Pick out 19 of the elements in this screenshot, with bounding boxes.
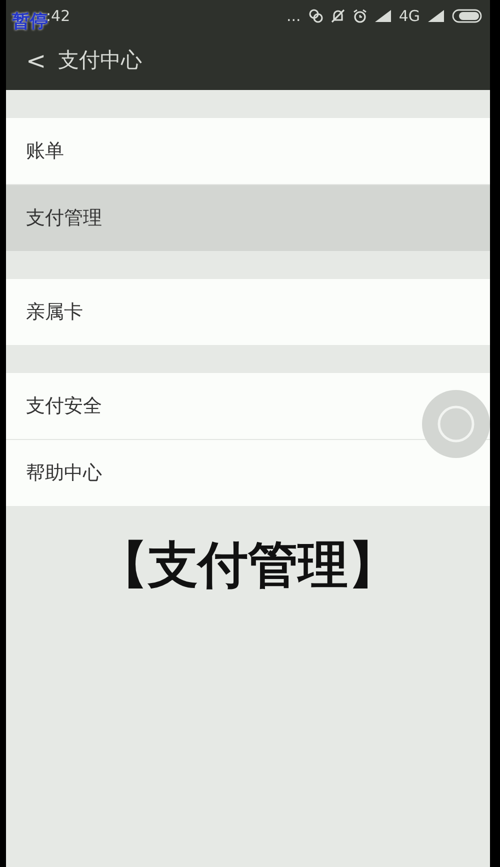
menu-item[interactable]: 帮助中心 bbox=[6, 440, 490, 506]
back-button[interactable]: < bbox=[26, 43, 58, 79]
menu-item[interactable]: 亲属卡 bbox=[6, 279, 490, 345]
link-icon bbox=[308, 9, 323, 23]
pause-label: 暂停 bbox=[12, 12, 48, 32]
battery-icon bbox=[452, 9, 482, 23]
bell-muted-icon bbox=[330, 9, 345, 23]
signal-icon bbox=[428, 10, 444, 22]
header-title: 支付中心 bbox=[58, 47, 142, 74]
alarm-icon bbox=[352, 9, 367, 23]
network-label: 4G bbox=[398, 6, 420, 27]
signal-icon bbox=[374, 10, 391, 22]
floating-menu[interactable] bbox=[422, 390, 490, 458]
video-caption: 【支付管理】 bbox=[97, 535, 399, 596]
menu-item[interactable]: 支付安全 bbox=[6, 373, 490, 439]
menu-item[interactable]: 支付管理 bbox=[6, 185, 490, 251]
more-indicator: ... bbox=[286, 6, 301, 27]
menu-item[interactable]: 账单 bbox=[6, 118, 490, 184]
status-time: :42 bbox=[46, 6, 70, 25]
